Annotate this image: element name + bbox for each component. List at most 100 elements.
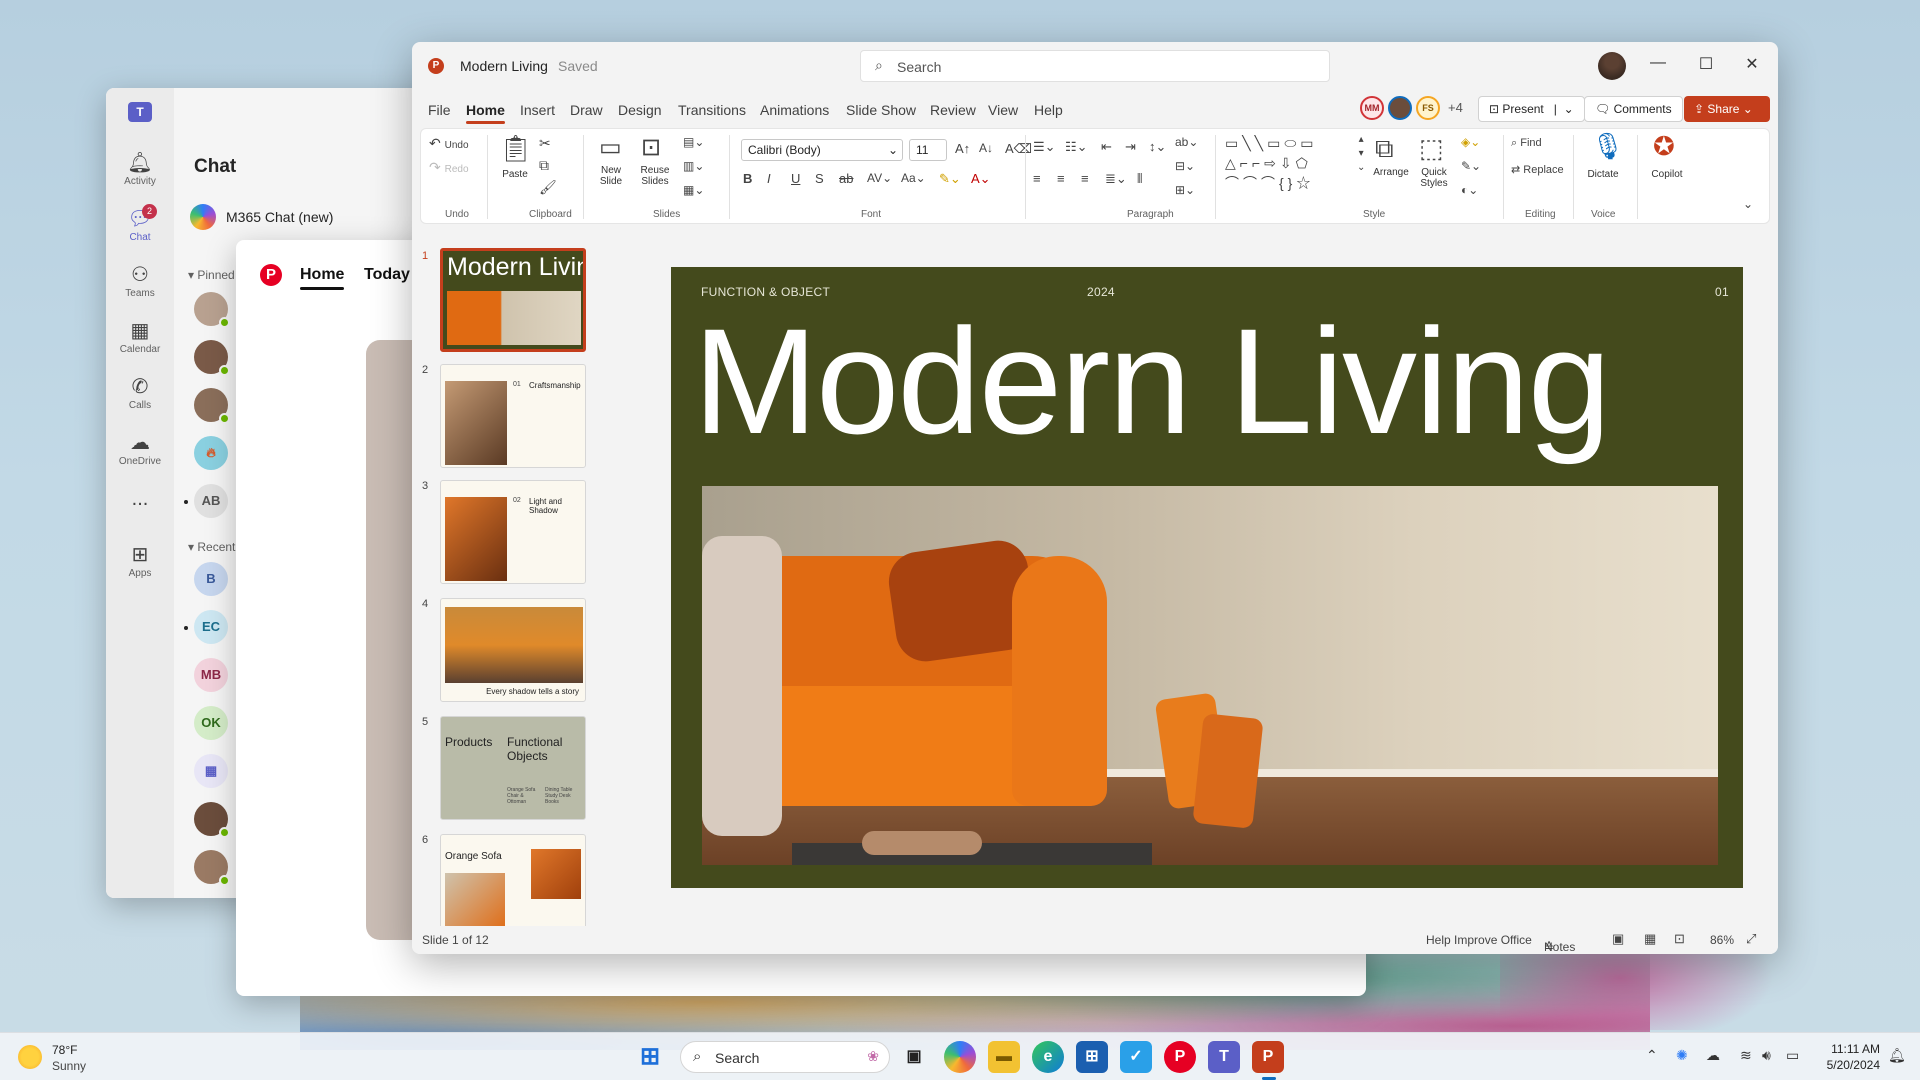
volume-icon[interactable]: 🔊︎ — [1762, 1047, 1771, 1064]
slide-canvas[interactable]: FUNCTION & OBJECT 2024 01 Modern Living — [671, 267, 1743, 888]
notification-bell-icon[interactable]: 🔔︎ — [1888, 1047, 1906, 1064]
document-title[interactable]: Modern Living — [460, 58, 548, 74]
bold-icon[interactable]: B — [743, 171, 752, 186]
shadow-icon[interactable]: S — [815, 171, 824, 186]
arrange-icon[interactable]: ⧉ — [1375, 133, 1394, 165]
rail-apps[interactable]: ⊞ Apps — [106, 542, 174, 579]
section-icon[interactable]: ▦⌄ — [683, 183, 704, 197]
font-size-select[interactable]: 11 — [909, 139, 947, 161]
rail-teams[interactable]: ⚇ Teams — [106, 262, 174, 299]
close-icon[interactable]: ✕ — [1742, 54, 1762, 74]
slide-title[interactable]: Modern Living — [693, 295, 1611, 468]
rail-more[interactable]: ... — [106, 486, 174, 512]
cut-icon[interactable]: ✂ — [539, 135, 551, 152]
rail-calls[interactable]: ✆ Calls — [106, 374, 174, 411]
onedrive-icon[interactable]: ☁ — [1706, 1047, 1720, 1064]
battery-icon[interactable]: ▭ — [1786, 1047, 1799, 1064]
change-case-icon[interactable]: Aa⌄ — [901, 171, 926, 185]
m365-chat-item[interactable]: M365 Chat (new) — [190, 204, 333, 230]
avatar[interactable] — [1598, 52, 1626, 80]
bullets-icon[interactable]: ☰⌄ — [1033, 139, 1056, 155]
copilot-label[interactable]: Copilot — [1645, 169, 1689, 180]
share-button[interactable]: ⇪ Share ⌄ — [1684, 96, 1770, 122]
store-icon[interactable]: ⊞ — [1076, 1041, 1108, 1073]
increase-indent-icon[interactable]: ⇥ — [1125, 139, 1136, 155]
dictate-label[interactable]: Dictate — [1581, 169, 1625, 180]
pinterest-logo-icon[interactable]: P — [260, 264, 282, 286]
thumbnail-slide-1[interactable]: Modern Living — [440, 248, 586, 352]
shape-effects-icon[interactable]: ◐⌄ — [1461, 183, 1478, 197]
network-app-icon[interactable]: ✺ — [1676, 1047, 1688, 1064]
grow-font-icon[interactable]: A↑ — [955, 141, 970, 156]
underline-icon[interactable]: U — [791, 171, 800, 186]
search-input[interactable]: ⌕ Search — [860, 50, 1330, 82]
format-painter-icon[interactable]: 🖌︎ — [539, 179, 557, 196]
clock[interactable]: 11:11 AM 5/20/2024 — [1800, 1041, 1880, 1073]
rail-calendar[interactable]: ▦ Calendar — [106, 318, 174, 355]
shape-fill-icon[interactable]: ◈⌄ — [1461, 135, 1480, 149]
pinned-section-label[interactable]: ▾ Pinned — [188, 268, 235, 282]
reset-icon[interactable]: ▥⌄ — [683, 159, 704, 173]
copilot-icon[interactable] — [944, 1041, 976, 1073]
quick-styles-label[interactable]: Quick Styles — [1415, 167, 1453, 189]
shrink-font-icon[interactable]: A↓ — [979, 141, 993, 155]
menu-design[interactable]: Design — [618, 102, 662, 118]
chevron-down-icon[interactable]: ⌄ — [1564, 102, 1574, 116]
rail-onedrive[interactable]: ☁ OneDrive — [106, 430, 174, 467]
rail-activity[interactable]: 🔔︎ Activity — [106, 150, 174, 187]
recent-section-label[interactable]: ▾ Recent — [188, 540, 235, 554]
ribbon-collapse-icon[interactable]: ⌄ — [1743, 197, 1753, 211]
avatar[interactable]: OK — [194, 706, 228, 740]
zoom-level[interactable]: 86% — [1710, 933, 1734, 947]
todo-icon[interactable]: ✓ — [1120, 1041, 1152, 1073]
menu-transitions[interactable]: Transitions — [678, 102, 746, 118]
thumbnail-slide-3[interactable]: 02 Light and Shadow — [440, 480, 586, 584]
clear-format-icon[interactable]: A⌫ — [1005, 141, 1032, 157]
collaborator-avatar[interactable]: MM — [1360, 96, 1384, 120]
font-name-select[interactable]: Calibri (Body) ⌄ — [741, 139, 903, 161]
italic-icon[interactable]: I — [767, 171, 771, 186]
collaborator-avatar[interactable] — [1388, 96, 1412, 120]
avatar[interactable]: AB — [194, 484, 228, 518]
arrange-label[interactable]: Arrange — [1371, 167, 1411, 178]
powerpoint-icon[interactable]: P — [1252, 1041, 1284, 1073]
present-button[interactable]: ⊡ Present | ⌄ — [1478, 96, 1585, 122]
menu-slideshow[interactable]: Slide Show — [846, 102, 916, 118]
avatar[interactable]: B — [194, 562, 228, 596]
tab-today[interactable]: Today — [364, 266, 410, 284]
thumbnail-slide-6[interactable]: Orange Sofa — [440, 834, 586, 938]
pinterest-icon[interactable]: P — [1164, 1041, 1196, 1073]
avatar[interactable]: EC — [194, 610, 228, 644]
avatar[interactable] — [194, 292, 230, 328]
edge-icon[interactable]: e — [1032, 1041, 1064, 1073]
taskbar-search[interactable]: ⌕ Search ❀ — [680, 1041, 890, 1073]
reuse-slides-label[interactable]: Reuse Slides — [633, 165, 677, 187]
shapes-gallery-icon[interactable]: ▭╲╲▭⬭▭ △⌐⌐⇨⇩⬠ ⌒⌒⌒{}☆ — [1225, 133, 1359, 193]
columns-icon[interactable]: ⫴ — [1137, 171, 1142, 187]
avatar[interactable]: 🔥︎ — [194, 436, 228, 470]
maximize-icon[interactable]: ☐ — [1696, 54, 1716, 74]
find-button[interactable]: ⌕ Find — [1511, 137, 1542, 150]
numbering-icon[interactable]: ☷⌄ — [1065, 139, 1088, 155]
strikethrough-icon[interactable]: ab — [839, 171, 853, 186]
avatar[interactable]: MB — [194, 658, 228, 692]
new-slide-label[interactable]: New Slide — [591, 165, 631, 187]
line-spacing-icon[interactable]: ↕⌄ — [1149, 139, 1166, 155]
minimize-icon[interactable]: — — [1648, 54, 1668, 72]
chevron-up-icon[interactable]: ⌃ — [1646, 1047, 1658, 1064]
teams-icon[interactable]: T — [1208, 1041, 1240, 1073]
thumbnail-slide-5[interactable]: Products Functional Objects Orange Sofa … — [440, 716, 586, 820]
avatar[interactable] — [194, 850, 230, 886]
comments-button[interactable]: 🗨︎ Comments — [1584, 96, 1683, 122]
wifi-icon[interactable]: ≋ — [1740, 1047, 1752, 1064]
normal-view-icon[interactable]: ▣ — [1612, 931, 1624, 947]
text-direction-icon[interactable]: ab⌄ — [1175, 135, 1198, 149]
thumbnail-slide-4[interactable]: Every shadow tells a story — [440, 598, 586, 702]
character-spacing-icon[interactable]: AV⌄ — [867, 171, 892, 185]
gallery-scroll-icon[interactable]: ▴ ▾ ⌄ — [1357, 133, 1365, 175]
menu-animations[interactable]: Animations — [760, 102, 829, 118]
copy-icon[interactable]: ⧉ — [539, 157, 549, 174]
avatar[interactable] — [194, 388, 230, 424]
avatar[interactable] — [194, 802, 230, 838]
menu-file[interactable]: File — [428, 102, 451, 118]
